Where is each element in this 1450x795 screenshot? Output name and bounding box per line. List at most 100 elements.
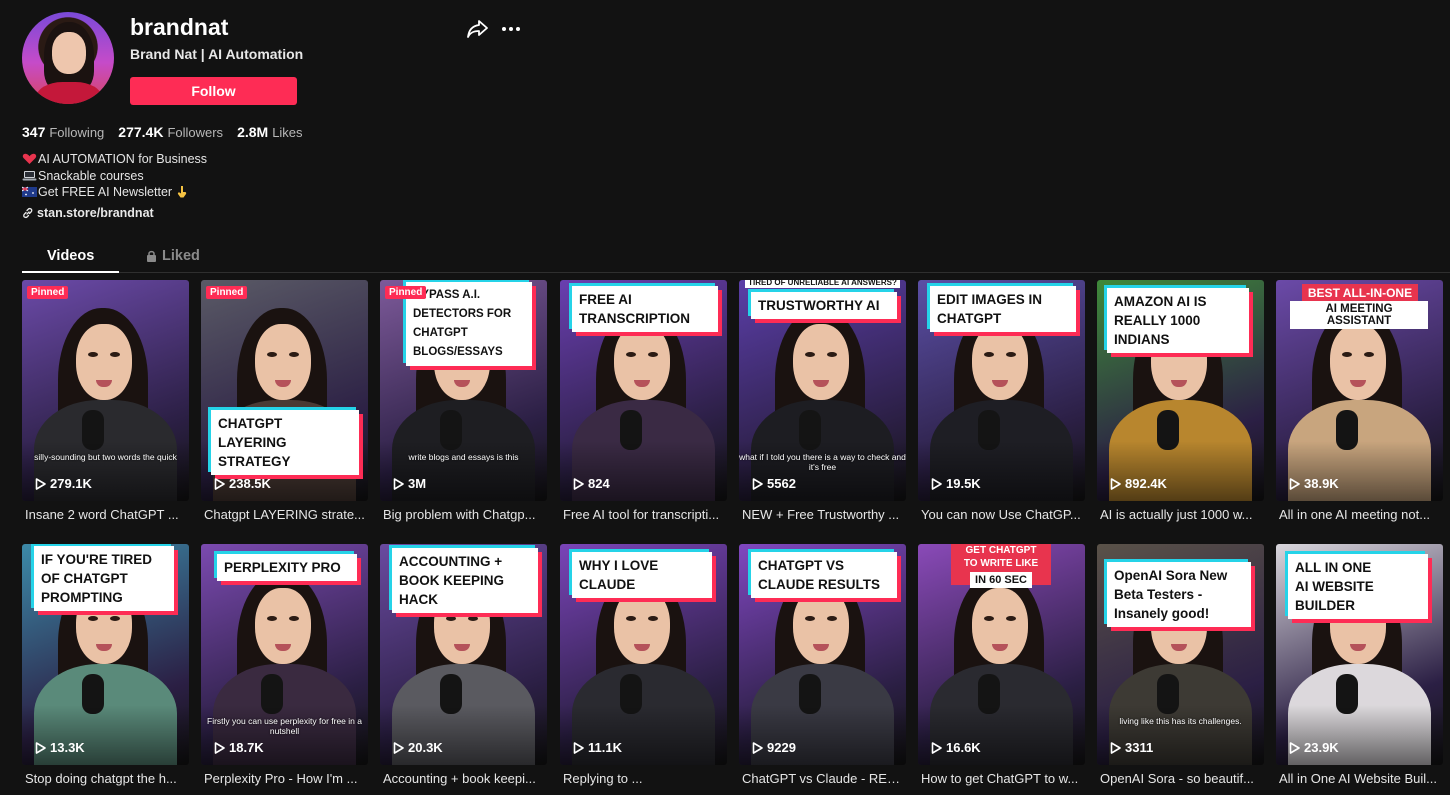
video-view-count: 16.6K [931, 740, 981, 755]
likes-stat: 2.8M Likes [237, 124, 302, 140]
video-thumbnail[interactable]: EDIT IMAGES IN CHATGPT 19.5K [918, 280, 1085, 501]
video-card[interactable]: FREE AI TRANSCRIPTION 824 Free AI tool for… [560, 280, 727, 522]
video-card[interactable]: BEST ALL-IN-ONE AI MEETING ASSISTANT 38.9K… [1276, 280, 1443, 522]
share-icon[interactable] [466, 19, 488, 39]
view-count-text: 16.6K [946, 740, 981, 755]
video-title[interactable]: Big problem with Chatgp... [380, 507, 547, 522]
video-title[interactable]: Replying to ... [560, 771, 727, 786]
more-options-icon[interactable] [500, 19, 522, 39]
video-thumbnail[interactable]: CHATGPT LAYERING STRATEGY Pinned 238.5K [201, 280, 368, 501]
bio-line-3: Get FREE AI Newsletter [38, 185, 173, 199]
profile-stats: 347 Following 277.4K Followers 2.8M Likes [22, 124, 303, 140]
video-title[interactable]: AI is actually just 1000 w... [1097, 507, 1264, 522]
video-title[interactable]: Insane 2 word ChatGPT ... [22, 507, 189, 522]
video-subtitle: Firstly you can use perplexity for free … [207, 716, 362, 736]
play-icon [1110, 477, 1121, 490]
video-view-count: 238.5K [214, 476, 271, 491]
video-card[interactable]: silly-sounding but two words the quick Pi… [22, 280, 189, 522]
video-thumbnail[interactable]: BEST ALL-IN-ONE AI MEETING ASSISTANT 38.9K [1276, 280, 1443, 501]
view-count-text: 19.5K [946, 476, 981, 491]
video-title[interactable]: Free AI tool for transcripti... [560, 507, 727, 522]
followers-stat[interactable]: 277.4K Followers [118, 124, 223, 140]
video-caption-overlay: TRUSTWORTHY AI [751, 292, 897, 319]
video-card[interactable]: AMAZON AI IS REALLY 1000 INDIANS 892.4K AI… [1097, 280, 1264, 522]
video-card[interactable]: TIRED OF UNRELIABLE AI ANSWERS? TRUSTWORT… [739, 280, 906, 522]
video-caption-white: AI MEETING ASSISTANT [1290, 301, 1428, 329]
tab-videos[interactable]: Videos [47, 248, 94, 264]
view-count-text: 20.3K [408, 740, 443, 755]
video-card[interactable]: WHY I LOVE CLAUDE 11.1K Replying to ... [560, 544, 727, 786]
pinned-badge: Pinned [206, 286, 248, 299]
play-icon [214, 477, 225, 490]
video-caption-red: BEST ALL-IN-ONE [1302, 284, 1418, 302]
video-card[interactable]: EDIT IMAGES IN CHATGPT 19.5K You can now U… [918, 280, 1085, 522]
video-card[interactable]: IF YOU'RE TIRED OF CHATGPT PROMPTING 13.3… [22, 544, 189, 786]
video-title[interactable]: You can now Use ChatGP... [918, 507, 1085, 522]
video-card[interactable]: OpenAI Sora New Beta Testers - Insanely … [1097, 544, 1264, 786]
video-subtitle: living like this has its challenges. [1119, 716, 1242, 726]
profile-tabs: Videos Liked [22, 241, 1450, 273]
play-icon [1289, 477, 1300, 490]
following-stat[interactable]: 347 Following [22, 124, 104, 140]
video-title[interactable]: Perplexity Pro - How I'm ... [201, 771, 368, 786]
video-card[interactable]: ACCOUNTING + BOOK KEEPING HACK 20.3K Accou… [380, 544, 547, 786]
video-title[interactable]: Chatgpt LAYERING strate... [201, 507, 368, 522]
play-icon [214, 741, 225, 754]
video-card[interactable]: PERPLEXITY PRO Firstly you can use perple… [201, 544, 368, 786]
australia-flag-icon [22, 186, 37, 198]
video-card[interactable]: CHATGPT LAYERING STRATEGY Pinned 238.5K Cha… [201, 280, 368, 522]
pinned-badge: Pinned [385, 286, 427, 299]
video-card[interactable]: CHATGPT VS CLAUDE RESULTS 9229 ChatGPT vs … [739, 544, 906, 786]
video-thumbnail[interactable]: BYPASS A.I. DETECTORS FOR CHATGPT BLOGS/… [380, 280, 547, 501]
play-icon [393, 477, 404, 490]
video-title[interactable]: All in One AI Website Buil... [1276, 771, 1443, 786]
view-count-text: 279.1K [50, 476, 92, 491]
play-icon [35, 741, 46, 754]
video-title[interactable]: How to get ChatGPT to w... [918, 771, 1085, 786]
video-view-count: 279.1K [35, 476, 92, 491]
profile-username: brandnat [130, 14, 229, 40]
video-thumbnail[interactable]: silly-sounding but two words the quick Pi… [22, 280, 189, 501]
profile-link[interactable]: stan.store/brandnat [22, 206, 154, 220]
bio-line-2: Snackable courses [38, 168, 144, 183]
video-thumbnail[interactable]: GET CHATGPT TO WRITE LIKE YOUIN 60 SEC16… [918, 544, 1085, 765]
video-thumbnail[interactable]: IF YOU'RE TIRED OF CHATGPT PROMPTING 13.3… [22, 544, 189, 765]
video-title[interactable]: Accounting + book keepi... [380, 771, 547, 786]
video-title[interactable]: ChatGPT vs Claude - RES... [739, 771, 906, 786]
followers-label: Followers [167, 125, 224, 140]
video-view-count: 892.4K [1110, 476, 1167, 491]
video-thumbnail[interactable]: OpenAI Sora New Beta Testers - Insanely … [1097, 544, 1264, 765]
video-card[interactable]: ALL IN ONE AI WEBSITE BUILDER 23.9K All in… [1276, 544, 1443, 786]
video-title[interactable]: Stop doing chatgpt the h... [22, 771, 189, 786]
video-caption-white: IN 60 SEC [970, 572, 1032, 588]
video-thumbnail[interactable]: ACCOUNTING + BOOK KEEPING HACK 20.3K [380, 544, 547, 765]
following-label: Following [49, 125, 105, 140]
play-icon [931, 477, 942, 490]
video-thumbnail[interactable]: WHY I LOVE CLAUDE 11.1K [560, 544, 727, 765]
video-title[interactable]: OpenAI Sora - so beautif... [1097, 771, 1264, 786]
tab-liked[interactable]: Liked [146, 248, 200, 264]
video-thumbnail[interactable]: ALL IN ONE AI WEBSITE BUILDER 23.9K [1276, 544, 1443, 765]
video-title[interactable]: NEW + Free Trustworthy ... [739, 507, 906, 522]
view-count-text: 892.4K [1125, 476, 1167, 491]
play-icon [393, 741, 404, 754]
video-thumbnail[interactable]: FREE AI TRANSCRIPTION 824 [560, 280, 727, 501]
video-caption-overlay: PERPLEXITY PRO [217, 554, 357, 581]
video-card[interactable]: BYPASS A.I. DETECTORS FOR CHATGPT BLOGS/… [380, 280, 547, 522]
video-card[interactable]: GET CHATGPT TO WRITE LIKE YOUIN 60 SEC16… [918, 544, 1085, 786]
followers-count: 277.4K [118, 124, 164, 140]
video-thumbnail[interactable]: PERPLEXITY PRO Firstly you can use perple… [201, 544, 368, 765]
profile-avatar[interactable] [22, 12, 114, 104]
follow-button[interactable]: Follow [130, 77, 297, 105]
video-caption-overlay: CHATGPT LAYERING STRATEGY [211, 410, 359, 475]
video-caption-overlay: ACCOUNTING + BOOK KEEPING HACK [392, 548, 538, 613]
video-title[interactable]: All in one AI meeting not... [1276, 507, 1443, 522]
video-thumbnail[interactable]: TIRED OF UNRELIABLE AI ANSWERS? TRUSTWORT… [739, 280, 906, 501]
profile-bio: AI AUTOMATION for Business Snackable cou… [22, 151, 207, 201]
video-thumbnail[interactable]: CHATGPT VS CLAUDE RESULTS 9229 [739, 544, 906, 765]
view-count-text: 5562 [767, 476, 796, 491]
heart-icon [22, 154, 37, 165]
video-view-count: 38.9K [1289, 476, 1339, 491]
view-count-text: 3311 [1125, 740, 1154, 755]
video-thumbnail[interactable]: AMAZON AI IS REALLY 1000 INDIANS 892.4K [1097, 280, 1264, 501]
